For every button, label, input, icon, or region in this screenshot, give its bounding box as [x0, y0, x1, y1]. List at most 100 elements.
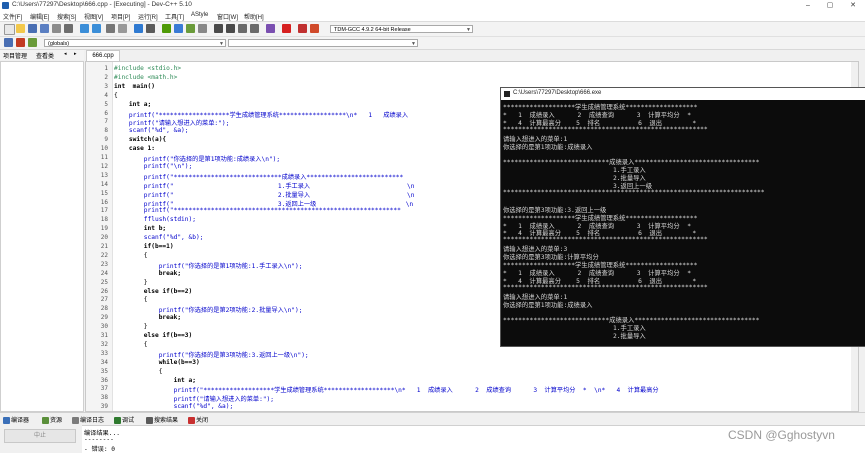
code-line: printf("你选择的是第1项功能:1.手工录入\n");	[114, 262, 303, 270]
minimize-button[interactable]: –	[797, 0, 819, 11]
close-icon	[188, 416, 195, 424]
run-icon[interactable]	[174, 24, 183, 33]
tab-close[interactable]: 关闭	[188, 415, 208, 424]
tab-compiler[interactable]: 编译器	[3, 415, 29, 424]
tab-compiler-label: 编译器	[11, 418, 30, 424]
menu-astyle[interactable]: AStyle	[191, 12, 208, 18]
line-number: 17	[100, 207, 108, 215]
member-select[interactable]: ▼	[228, 39, 418, 47]
abort-button[interactable]: 中止	[4, 429, 76, 443]
tab-project-manager[interactable]: 项目管理	[3, 51, 27, 60]
menu-search[interactable]: 搜索[S]	[57, 12, 76, 21]
line-number: 33	[100, 349, 108, 357]
new-project-icon[interactable]	[4, 38, 13, 47]
maximize-button[interactable]: ▢	[819, 0, 841, 11]
save-icon[interactable]	[28, 24, 37, 33]
close-file-icon[interactable]	[52, 24, 61, 33]
menu-help[interactable]: 帮助[H]	[244, 12, 264, 21]
code-line: printf("********************************…	[114, 207, 401, 215]
toggle-comment-icon[interactable]	[28, 38, 37, 47]
line-number: 8	[104, 127, 108, 135]
menu-file[interactable]: 文件[F]	[3, 12, 22, 21]
rebuild-icon[interactable]	[198, 24, 207, 33]
code-line: #include <math.h>	[114, 73, 178, 81]
compile-log-icon	[72, 416, 79, 424]
code-line: printf("请输入想进入的菜单:");	[114, 396, 274, 404]
bookmark-icon[interactable]	[146, 24, 155, 33]
line-number: 23	[100, 260, 108, 268]
window-icon[interactable]	[238, 24, 247, 33]
tab-class-view[interactable]: 查看类	[36, 51, 54, 60]
code-line: {	[114, 251, 148, 259]
file-tab[interactable]: 666.cpp	[86, 50, 120, 61]
compile-run-icon[interactable]	[186, 24, 195, 33]
delete-profile-icon[interactable]	[310, 24, 319, 33]
console-title-bar: C:\Users\77297\Desktop\666.exe	[501, 88, 865, 100]
print-icon[interactable]	[64, 24, 73, 33]
find-icon[interactable]	[106, 24, 115, 33]
console-line: ****************************************…	[503, 283, 708, 291]
save-all-icon[interactable]	[40, 24, 49, 33]
line-number: 24	[100, 269, 108, 277]
code-line: break;	[114, 314, 182, 322]
insert-icon[interactable]	[16, 38, 25, 47]
line-number: 12	[100, 162, 108, 170]
project-tree-panel[interactable]	[0, 61, 84, 412]
class-browser-icon[interactable]	[226, 24, 235, 33]
tab-search-results[interactable]: 搜索结果	[146, 415, 178, 424]
chevron-right-icon[interactable]: ▸	[74, 51, 77, 57]
main-toolbar: TDM-GCC 4.9.2 64-bit Release ▼	[0, 22, 865, 37]
code-line: int a;	[114, 376, 196, 384]
new-file-icon[interactable]	[4, 24, 15, 35]
check-syntax-icon[interactable]	[266, 24, 275, 33]
code-line: else if(b==3)	[114, 332, 193, 339]
chevron-down-icon: ▼	[466, 27, 471, 33]
line-number: 15	[100, 189, 108, 197]
redo-icon[interactable]	[92, 24, 101, 33]
compiler-select[interactable]: TDM-GCC 4.9.2 64-bit Release ▼	[330, 25, 473, 33]
goto-line-icon[interactable]	[134, 24, 143, 33]
line-number: 1	[104, 65, 108, 72]
menu-view[interactable]: 视图[V]	[84, 12, 103, 21]
open-folder-icon[interactable]	[16, 24, 25, 33]
grid-icon[interactable]	[214, 24, 223, 33]
code-line: printf("*****************************成绩录…	[114, 173, 404, 181]
menu-edit[interactable]: 编辑[E]	[30, 12, 49, 21]
tab-compile-log[interactable]: 编译日志	[72, 415, 104, 424]
line-number: 28	[100, 305, 108, 313]
console-title: C:\Users\77297\Desktop\666.exe	[513, 90, 602, 96]
tab-debug[interactable]: 调试	[114, 415, 134, 424]
tab-resources[interactable]: 资源	[42, 415, 62, 424]
line-number: 25	[100, 278, 108, 286]
code-line: }	[114, 278, 148, 286]
code-line: scanf("%d", &a);	[114, 403, 234, 411]
menu-tools[interactable]: 工具[T]	[165, 12, 184, 21]
line-number: 26	[100, 287, 108, 295]
close-button[interactable]: ✕	[842, 0, 864, 11]
console-window[interactable]: C:\Users\77297\Desktop\666.exe *********…	[500, 87, 865, 347]
scope-select[interactable]: (globals) ▼	[44, 39, 226, 47]
console-line: 2.批量导入	[503, 333, 646, 341]
replace-icon[interactable]	[118, 24, 127, 33]
stop-execution-icon[interactable]	[282, 24, 291, 33]
undo-icon[interactable]	[80, 24, 89, 33]
line-number: 29	[100, 314, 108, 322]
bottom-tabs: 编译器 资源 编译日志 调试 搜索结果 关闭	[0, 412, 865, 425]
tab-debug-label: 调试	[122, 418, 135, 424]
menu-window[interactable]: 窗口[W]	[217, 12, 238, 21]
tab-resources-label: 资源	[50, 418, 63, 424]
tab-search-results-label: 搜索结果	[154, 418, 179, 424]
menu-project[interactable]: 项目[P]	[111, 12, 130, 21]
code-line: printf("*******************学生成绩管理系统*****…	[114, 387, 659, 395]
compile-icon[interactable]	[162, 24, 171, 33]
list-icon[interactable]	[250, 24, 259, 33]
code-line: switch(a){	[114, 136, 167, 144]
line-number: 9	[104, 136, 108, 144]
chevron-left-icon[interactable]: ◂	[64, 51, 67, 57]
line-number: 21	[100, 243, 108, 250]
line-number: 11	[100, 154, 108, 161]
profile-icon[interactable]	[298, 24, 307, 33]
left-panel-tabs: 项目管理 查看类 ◂ ▸	[0, 50, 84, 60]
code-line: int b;	[114, 225, 167, 233]
menu-run[interactable]: 运行[R]	[138, 12, 158, 21]
